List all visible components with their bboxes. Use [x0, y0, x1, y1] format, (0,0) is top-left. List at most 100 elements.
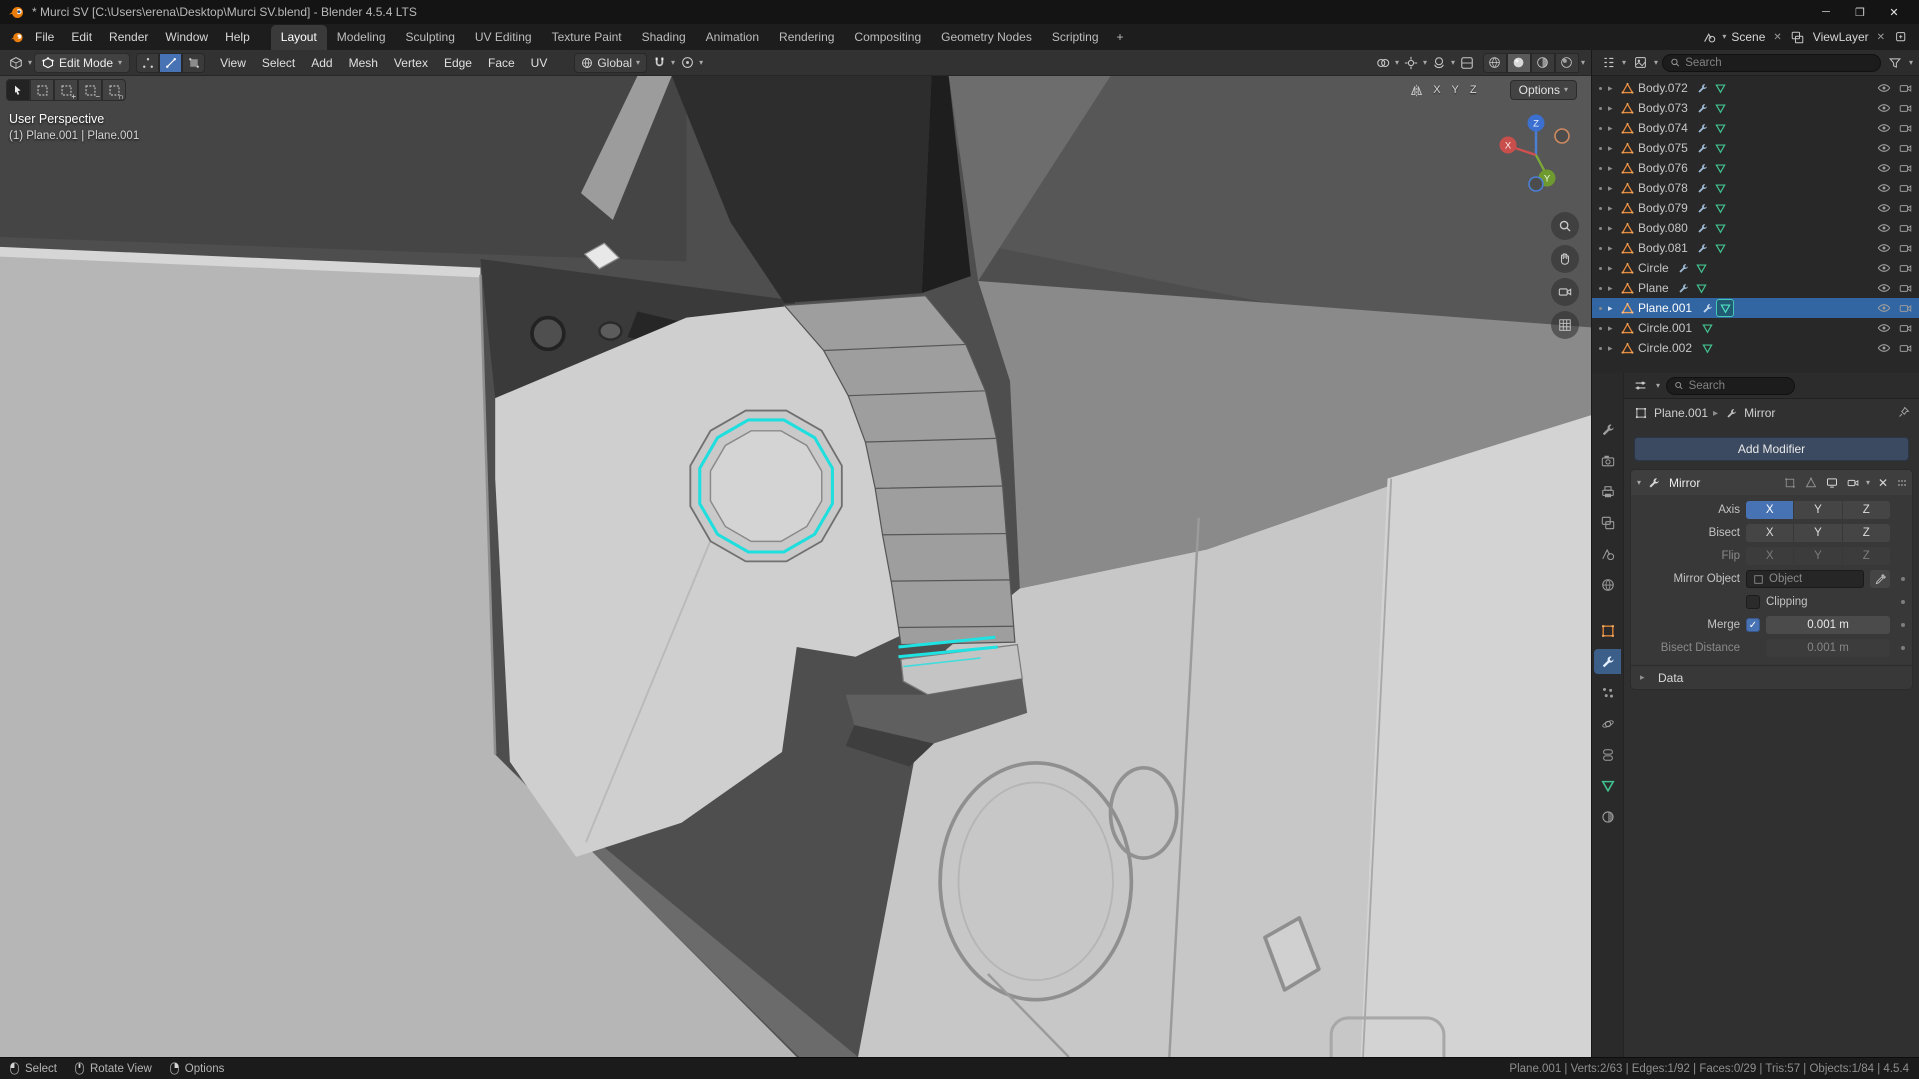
animate-dot[interactable] [1901, 600, 1905, 604]
mirror-object-field[interactable]: Object [1746, 570, 1864, 588]
edge-select-mode-button[interactable] [159, 52, 183, 73]
menu-edge[interactable]: Edge [437, 53, 479, 73]
menu-face[interactable]: Face [481, 53, 522, 73]
expand-chevron-icon[interactable]: ▸ [1608, 323, 1619, 334]
axis-z-toggle[interactable]: Z [1466, 83, 1481, 97]
workspace-tab-modeling[interactable]: Modeling [327, 25, 396, 50]
properties-tab-tool[interactable] [1594, 417, 1621, 442]
visibility-chevron-icon[interactable]: ▾ [1395, 58, 1399, 67]
object-name[interactable]: Plane [1638, 281, 1669, 295]
hide-eye-icon[interactable] [1876, 280, 1892, 296]
object-name[interactable]: Circle.002 [1638, 341, 1692, 355]
mesh-data-icon[interactable] [1694, 280, 1710, 296]
outliner-row[interactable]: ▸ Circle.002 [1592, 338, 1919, 358]
mesh-data-icon[interactable] [1713, 160, 1729, 176]
bisect-y-button[interactable]: Y [1794, 524, 1842, 542]
mesh-data-icon[interactable] [1713, 120, 1729, 136]
animate-dot[interactable] [1901, 646, 1905, 650]
filter-funnel-icon[interactable] [1885, 53, 1905, 73]
mesh-data-icon[interactable] [1713, 80, 1729, 96]
outliner-row[interactable]: ▸ Body.081 [1592, 238, 1919, 258]
outliner-row[interactable]: ▸ Body.072 [1592, 78, 1919, 98]
material-preview-button[interactable] [1530, 52, 1555, 73]
outliner-editor-chevron-icon[interactable]: ▾ [1622, 58, 1626, 67]
menu-select[interactable]: Select [255, 53, 302, 73]
hide-eye-icon[interactable] [1876, 120, 1892, 136]
merge-checkbox[interactable]: ✓ [1746, 618, 1760, 632]
show-in-viewport-icon[interactable] [1824, 475, 1840, 491]
flip-z-button[interactable]: Z [1842, 547, 1890, 565]
properties-tab-scene[interactable] [1594, 541, 1621, 566]
snap-chevron-icon[interactable]: ▾ [671, 58, 675, 67]
outliner-editor-type-icon[interactable] [1598, 53, 1618, 73]
object-name[interactable]: Circle [1638, 261, 1669, 275]
scene-dropdown-chevron-icon[interactable]: ▾ [1722, 33, 1726, 41]
mesh-data-icon[interactable] [1699, 340, 1715, 356]
mesh-data-icon[interactable] [1713, 140, 1729, 156]
outliner-row[interactable]: ▸ Body.079 [1592, 198, 1919, 218]
properties-tab-view-layer[interactable] [1594, 510, 1621, 535]
menu-edit[interactable]: Edit [63, 26, 100, 48]
hide-eye-icon[interactable] [1876, 140, 1892, 156]
mesh-data-icon[interactable] [1716, 299, 1735, 317]
menu-render[interactable]: Render [101, 26, 156, 48]
mesh-data-icon[interactable] [1699, 320, 1715, 336]
add-workspace-button[interactable]: + [1109, 25, 1132, 50]
object-name[interactable]: Body.081 [1638, 241, 1688, 255]
expand-chevron-icon[interactable]: ▸ [1608, 183, 1619, 194]
overlays-chevron-icon[interactable]: ▾ [1451, 58, 1455, 67]
outliner-row[interactable]: ▸ Circle [1592, 258, 1919, 278]
scene-unlink-icon[interactable]: ✕ [1770, 32, 1784, 43]
pan-hand-button[interactable] [1551, 245, 1579, 273]
editor-type-chevron-icon[interactable]: ▾ [28, 58, 32, 67]
properties-editor-type-icon[interactable] [1630, 376, 1650, 396]
menu-window[interactable]: Window [157, 26, 216, 48]
editor-type-icon[interactable] [6, 53, 26, 73]
mesh-data-icon[interactable] [1694, 260, 1710, 276]
add-modifier-button[interactable]: Add Modifier [1634, 437, 1909, 461]
transform-orientation-dropdown[interactable]: Global ▾ [574, 52, 648, 73]
modifier-wrench-icon[interactable] [1695, 240, 1711, 256]
disable-render-camera-icon[interactable] [1897, 180, 1913, 196]
disable-render-camera-icon[interactable] [1897, 320, 1913, 336]
modifier-wrench-icon[interactable] [1695, 120, 1711, 136]
disable-render-camera-icon[interactable] [1897, 240, 1913, 256]
bisect-z-button[interactable]: Z [1842, 524, 1890, 542]
shading-chevron-icon[interactable]: ▾ [1581, 58, 1585, 67]
show-in-edit-mode-icon[interactable] [1803, 475, 1819, 491]
data-subpanel-header[interactable]: ▸ Data [1631, 665, 1912, 689]
menu-vertex[interactable]: Vertex [387, 53, 435, 73]
animate-dot[interactable] [1901, 577, 1905, 581]
hide-eye-icon[interactable] [1876, 300, 1892, 316]
mesh-data-icon[interactable] [1713, 100, 1729, 116]
properties-tab-material[interactable] [1594, 804, 1621, 829]
camera-view-button[interactable] [1551, 278, 1579, 306]
properties-editor-chevron-icon[interactable]: ▾ [1656, 381, 1660, 390]
object-name[interactable]: Body.074 [1638, 121, 1688, 135]
object-name[interactable]: Body.076 [1638, 161, 1688, 175]
object-name[interactable]: Plane.001 [1638, 301, 1692, 315]
modifier-wrench-icon[interactable] [1695, 160, 1711, 176]
xray-toggle-icon[interactable] [1457, 53, 1477, 73]
zoom-button[interactable] [1551, 212, 1579, 240]
workspace-tab-animation[interactable]: Animation [696, 25, 769, 50]
clipping-label[interactable]: Clipping [1766, 596, 1808, 608]
options-dropdown[interactable]: Options ▾ [1509, 80, 1577, 100]
delete-modifier-icon[interactable]: ✕ [1875, 475, 1891, 491]
hide-eye-icon[interactable] [1876, 80, 1892, 96]
properties-tab-object[interactable] [1594, 618, 1621, 643]
expand-chevron-icon[interactable]: ▸ [1608, 123, 1619, 134]
wireframe-shading-button[interactable] [1482, 52, 1507, 73]
properties-tab-physics[interactable] [1594, 711, 1621, 736]
clipping-checkbox[interactable] [1746, 595, 1760, 609]
expand-chevron-icon[interactable]: ▸ [1608, 103, 1619, 114]
overlays-toggle-icon[interactable] [1429, 53, 1449, 73]
object-name[interactable]: Body.078 [1638, 181, 1688, 195]
workspace-tab-uv-editing[interactable]: UV Editing [465, 25, 542, 50]
expand-chevron-icon[interactable]: ▸ [1608, 283, 1619, 294]
collapse-chevron-icon[interactable]: ▾ [1637, 478, 1641, 487]
proportional-chevron-icon[interactable]: ▾ [699, 58, 703, 67]
gizmos-chevron-icon[interactable]: ▾ [1423, 58, 1427, 67]
gizmos-toggle-icon[interactable] [1401, 53, 1421, 73]
properties-tab-output[interactable] [1594, 479, 1621, 504]
